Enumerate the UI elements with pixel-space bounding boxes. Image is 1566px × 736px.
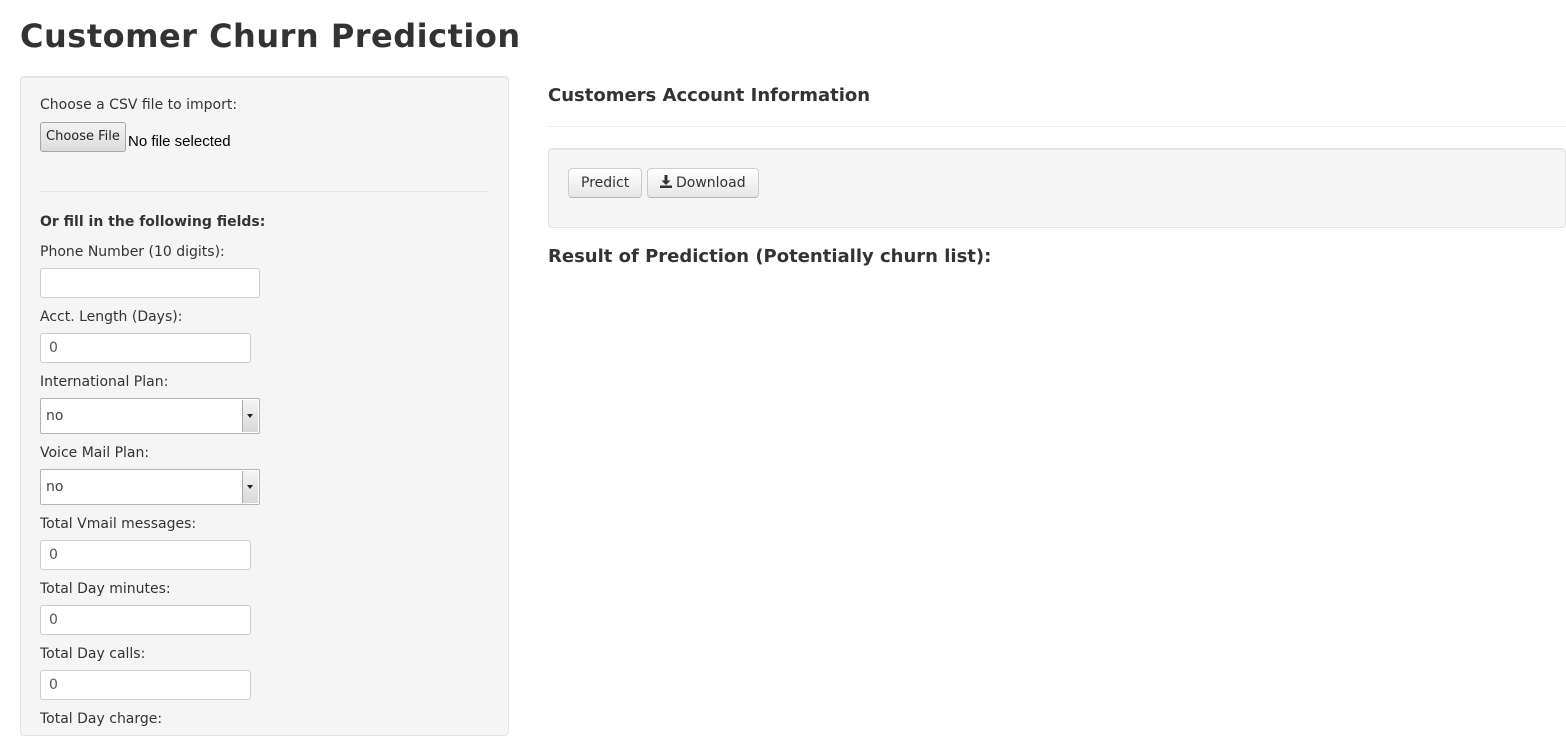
page-title: Customer Churn Prediction bbox=[20, 17, 521, 55]
phone-number-label: Phone Number (10 digits): bbox=[40, 244, 225, 260]
day-calls-input[interactable]: 0 bbox=[40, 670, 251, 700]
day-calls-label: Total Day calls: bbox=[40, 646, 146, 662]
download-button[interactable]: Download bbox=[647, 168, 759, 198]
download-button-label: Download bbox=[676, 175, 746, 191]
day-charge-label: Total Day charge: bbox=[40, 711, 163, 727]
vmail-messages-input[interactable]: 0 bbox=[40, 540, 251, 570]
csv-import-label: Choose a CSV file to import: bbox=[40, 97, 238, 113]
international-plan-value: no bbox=[46, 408, 64, 424]
voice-mail-plan-label: Voice Mail Plan: bbox=[40, 445, 150, 461]
heading-divider bbox=[548, 126, 1566, 127]
account-info-heading: Customers Account Information bbox=[548, 85, 871, 106]
acct-length-label: Acct. Length (Days): bbox=[40, 309, 183, 325]
vmail-messages-label: Total Vmail messages: bbox=[40, 516, 197, 532]
voice-mail-plan-select[interactable]: no bbox=[40, 469, 260, 505]
international-plan-label: International Plan: bbox=[40, 374, 169, 390]
voice-mail-plan-value: no bbox=[46, 479, 64, 495]
chevron-down-icon[interactable] bbox=[242, 471, 258, 503]
phone-number-input[interactable] bbox=[40, 268, 260, 298]
or-fill-label: Or fill in the following fields: bbox=[40, 214, 266, 230]
file-status-text: No file selected bbox=[128, 133, 231, 150]
international-plan-select[interactable]: no bbox=[40, 398, 260, 434]
sidebar-divider bbox=[40, 191, 489, 192]
choose-file-button[interactable]: Choose File bbox=[40, 122, 126, 152]
day-minutes-label: Total Day minutes: bbox=[40, 581, 171, 597]
day-minutes-input[interactable]: 0 bbox=[40, 605, 251, 635]
download-icon bbox=[660, 175, 672, 188]
chevron-down-icon[interactable] bbox=[242, 400, 258, 432]
result-heading: Result of Prediction (Potentially churn … bbox=[548, 246, 992, 267]
action-panel: Predict Download bbox=[548, 148, 1566, 228]
predict-button[interactable]: Predict bbox=[568, 168, 643, 198]
sidebar-panel: Choose a CSV file to import: Choose File… bbox=[20, 76, 509, 736]
acct-length-input[interactable]: 0 bbox=[40, 333, 251, 363]
